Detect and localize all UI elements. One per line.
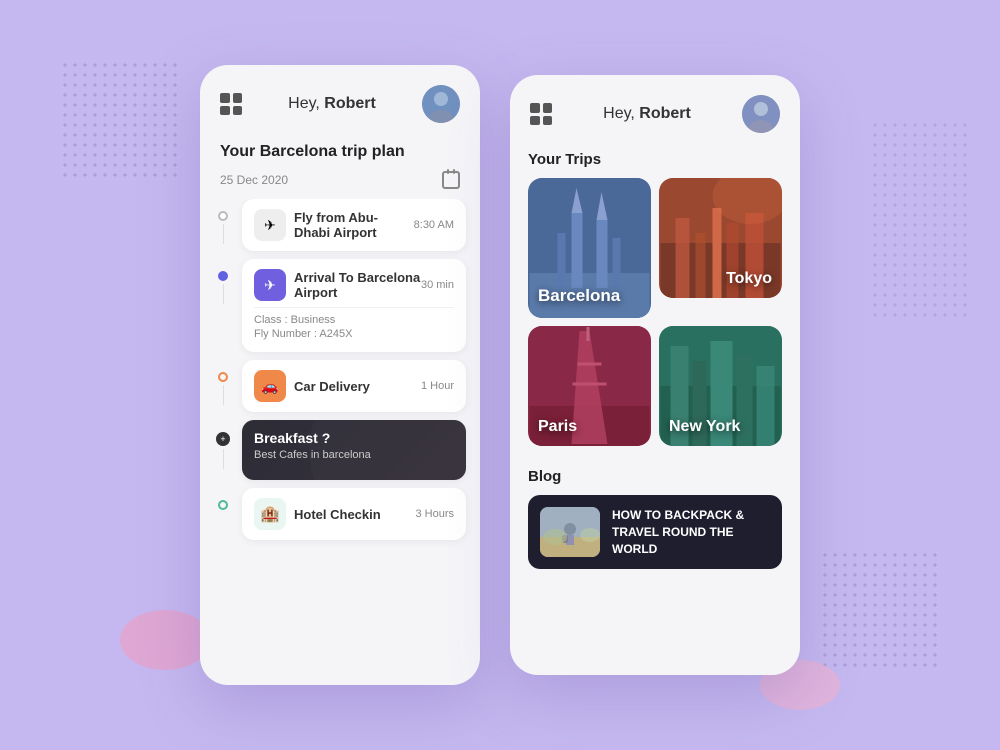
card-car[interactable]: 🚗 Car Delivery 1 Hour <box>242 360 466 412</box>
right-phone: Hey, Robert Your Trips Barcelona <box>510 75 800 675</box>
bg-blob-pink <box>120 610 210 670</box>
phones-container: Hey, Robert Your Barcelona trip plan 25 … <box>200 65 800 685</box>
dot-fly <box>218 211 228 221</box>
paris-label: Paris <box>538 418 577 436</box>
trip-date: 25 Dec 2020 <box>220 173 288 187</box>
timeline-item-arrival: ✈ Arrival To Barcelona Airport 30 min Cl… <box>214 259 466 352</box>
breakfast-title: Breakfast ? <box>254 430 454 446</box>
fly-title: Fly from Abu-Dhabi Airport <box>294 210 414 240</box>
dot-col-fly <box>214 199 232 244</box>
trip-tile-barcelona[interactable]: Barcelona <box>528 178 651 318</box>
timeline-item-breakfast: Breakfast ? Best Cafes in barcelona <box>214 420 466 480</box>
car-time: 1 Hour <box>421 380 454 392</box>
right-avatar[interactable] <box>742 95 780 133</box>
hotel-time: 3 Hours <box>415 508 454 520</box>
right-phone-header: Hey, Robert <box>510 75 800 143</box>
arrival-title: Arrival To Barcelona Airport <box>294 270 421 300</box>
fly-icon: ✈ <box>254 209 286 241</box>
car-title: Car Delivery <box>294 379 370 394</box>
fly-time: 8:30 AM <box>414 219 454 231</box>
dot-col-arrival <box>214 259 232 304</box>
card-hotel[interactable]: 🏨 Hotel Checkin 3 Hours <box>242 488 466 540</box>
card-breakfast[interactable]: Breakfast ? Best Cafes in barcelona <box>242 420 466 480</box>
arrival-icon: ✈ <box>254 269 286 301</box>
tokyo-label: Tokyo <box>726 270 772 288</box>
dot-hotel <box>218 500 228 510</box>
timeline-item-fly: ✈ Fly from Abu-Dhabi Airport 8:30 AM <box>214 199 466 251</box>
timeline: ✈ Fly from Abu-Dhabi Airport 8:30 AM <box>200 199 480 685</box>
blog-section-title: Blog <box>528 468 782 485</box>
arrival-time: 30 min <box>421 279 454 291</box>
trip-tile-paris[interactable]: Paris <box>528 326 651 446</box>
car-icon: 🚗 <box>254 370 286 402</box>
left-phone: Hey, Robert Your Barcelona trip plan 25 … <box>200 65 480 685</box>
left-avatar[interactable] <box>422 85 460 123</box>
blog-section: Blog HOW TO BACKPACK & TRAVE <box>510 454 800 579</box>
trip-tile-newyork[interactable]: New York <box>659 326 782 446</box>
dot-col-hotel <box>214 488 232 510</box>
menu-icon[interactable] <box>220 93 242 115</box>
left-phone-header: Hey, Robert <box>200 65 480 133</box>
right-greeting: Hey, Robert <box>603 105 691 123</box>
breakfast-subtitle: Best Cafes in barcelona <box>254 449 454 461</box>
trips-section-title: Your Trips <box>510 143 800 178</box>
bg-dots-bottomright <box>820 550 940 670</box>
calendar-icon[interactable] <box>442 171 460 189</box>
hotel-title: Hotel Checkin <box>294 507 381 522</box>
blog-thumbnail <box>540 507 600 557</box>
dot-col-breakfast <box>214 420 232 469</box>
arrival-class: Class : Business <box>254 314 454 326</box>
card-fly[interactable]: ✈ Fly from Abu-Dhabi Airport 8:30 AM <box>242 199 466 251</box>
hotel-icon: 🏨 <box>254 498 286 530</box>
trip-tile-tokyo[interactable]: Tokyo <box>659 178 782 298</box>
arrival-flynumber: Fly Number : A245X <box>254 328 454 340</box>
arrival-details: Class : Business Fly Number : A245X <box>254 307 454 340</box>
bg-dots-right <box>870 120 970 320</box>
newyork-label: New York <box>669 418 740 436</box>
blog-card[interactable]: HOW TO BACKPACK & TRAVEL ROUND THE WORLD <box>528 495 782 569</box>
timeline-item-car: 🚗 Car Delivery 1 Hour <box>214 360 466 412</box>
barcelona-label: Barcelona <box>538 286 620 306</box>
dot-col-car <box>214 360 232 405</box>
trip-plan-title: Your Barcelona trip plan <box>200 133 480 167</box>
trips-grid: Barcelona Tokyo Paris New York <box>510 178 800 446</box>
blog-article-title: HOW TO BACKPACK & TRAVEL ROUND THE WORLD <box>612 507 770 557</box>
dot-breakfast <box>216 432 230 446</box>
date-row: 25 Dec 2020 <box>200 167 480 199</box>
dot-arrival <box>218 271 228 281</box>
timeline-item-hotel: 🏨 Hotel Checkin 3 Hours <box>214 488 466 540</box>
right-menu-icon[interactable] <box>530 103 552 125</box>
left-greeting: Hey, Robert <box>288 95 376 113</box>
card-arrival[interactable]: ✈ Arrival To Barcelona Airport 30 min Cl… <box>242 259 466 352</box>
dot-car <box>218 372 228 382</box>
bg-dots-topleft <box>60 60 180 180</box>
